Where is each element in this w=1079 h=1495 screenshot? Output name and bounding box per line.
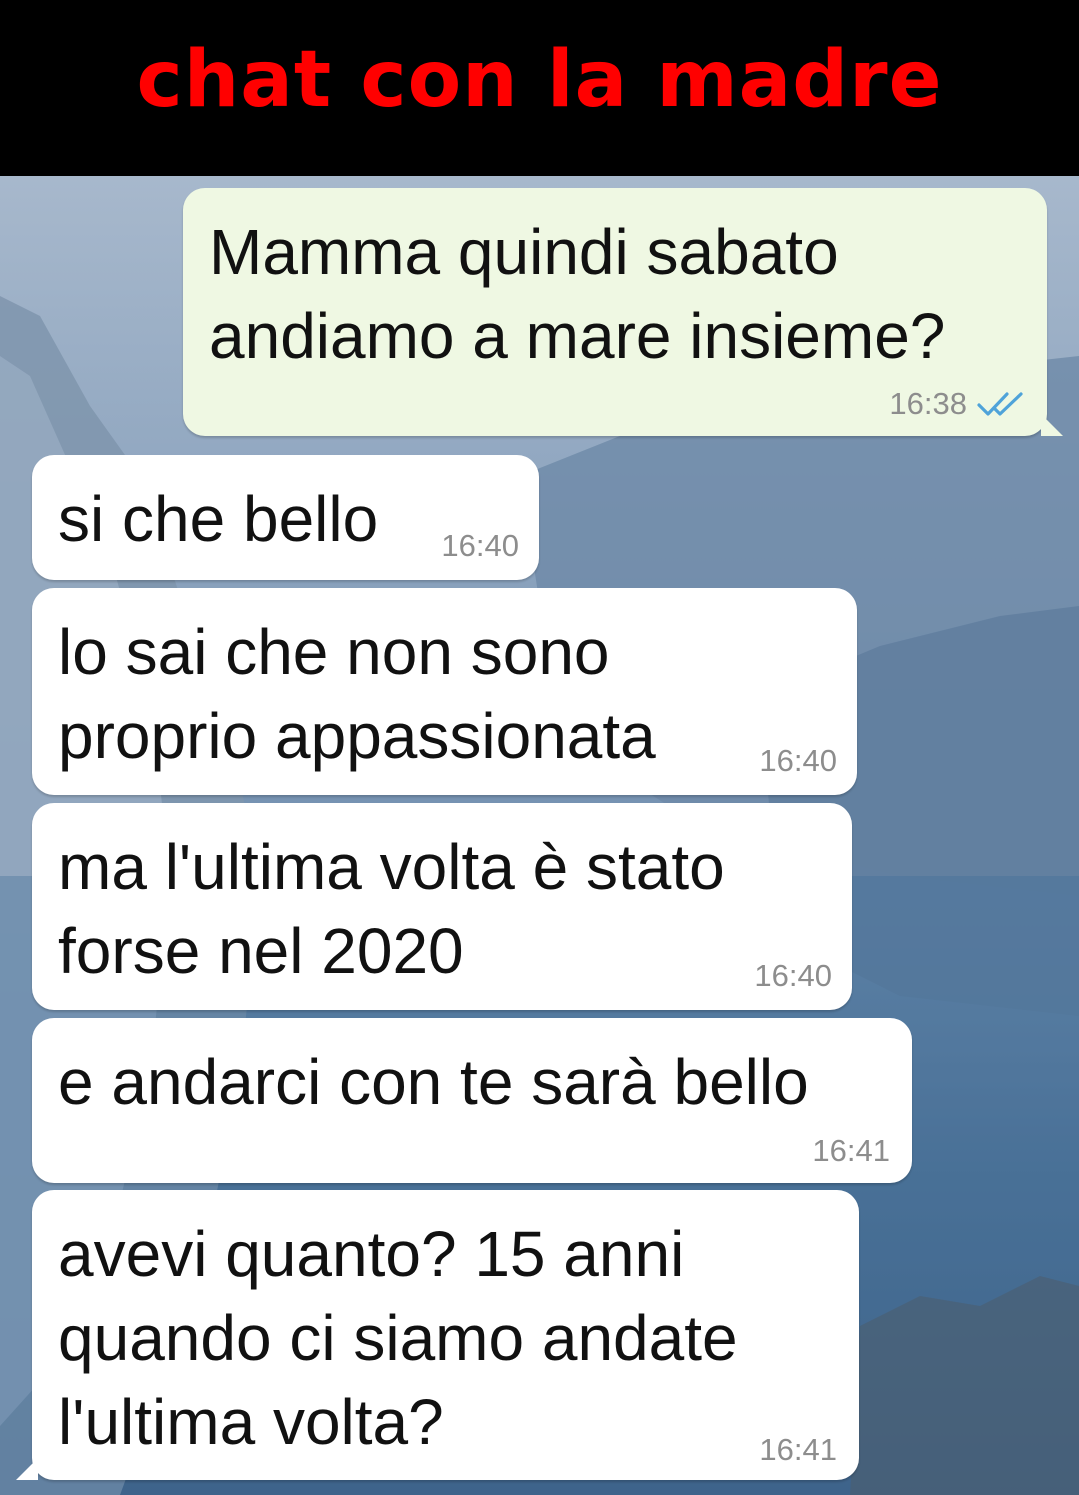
message-time: 16:38 [889, 386, 967, 421]
chat-title: chat con la madre [136, 35, 943, 125]
message-text: ma l'ultima volta è stato forse nel 2020 [58, 831, 725, 987]
message-bubble-incoming[interactable]: si che bello 16:40 [32, 455, 539, 580]
chat-header: chat con la madre [0, 0, 1079, 176]
message-text: e andarci con te sarà bello [58, 1046, 809, 1118]
message-time: 16:41 [759, 1432, 837, 1467]
double-check-icon [977, 392, 1023, 416]
bubble-tail [1041, 414, 1063, 436]
message-meta: 16:40 [759, 743, 837, 779]
message-time: 16:40 [441, 528, 519, 563]
message-meta: 16:38 [889, 386, 1025, 422]
message-meta: 16:41 [812, 1133, 890, 1169]
message-meta: 16:40 [441, 528, 519, 564]
message-time: 16:40 [754, 958, 832, 993]
message-text: lo sai che non sono proprio appassionata [58, 616, 656, 772]
message-text: Mamma quindi sabato andiamo a mare insie… [209, 216, 946, 372]
message-text: avevi quanto? 15 anni quando ci siamo an… [58, 1218, 738, 1458]
message-bubble-incoming[interactable]: ma l'ultima volta è stato forse nel 2020… [32, 803, 852, 1010]
message-bubble-outgoing[interactable]: Mamma quindi sabato andiamo a mare insie… [183, 188, 1063, 436]
message-time: 16:41 [812, 1133, 890, 1168]
message-bubble-incoming[interactable]: avevi quanto? 15 anni quando ci siamo an… [16, 1190, 859, 1480]
message-bubble-incoming[interactable]: lo sai che non sono proprio appassionata… [32, 588, 857, 795]
bubble-tail [16, 1458, 38, 1480]
message-meta: 16:41 [759, 1432, 837, 1468]
message-bubble-incoming[interactable]: e andarci con te sarà bello 16:41 [32, 1018, 912, 1183]
message-time: 16:40 [759, 743, 837, 778]
message-meta: 16:40 [754, 958, 832, 994]
